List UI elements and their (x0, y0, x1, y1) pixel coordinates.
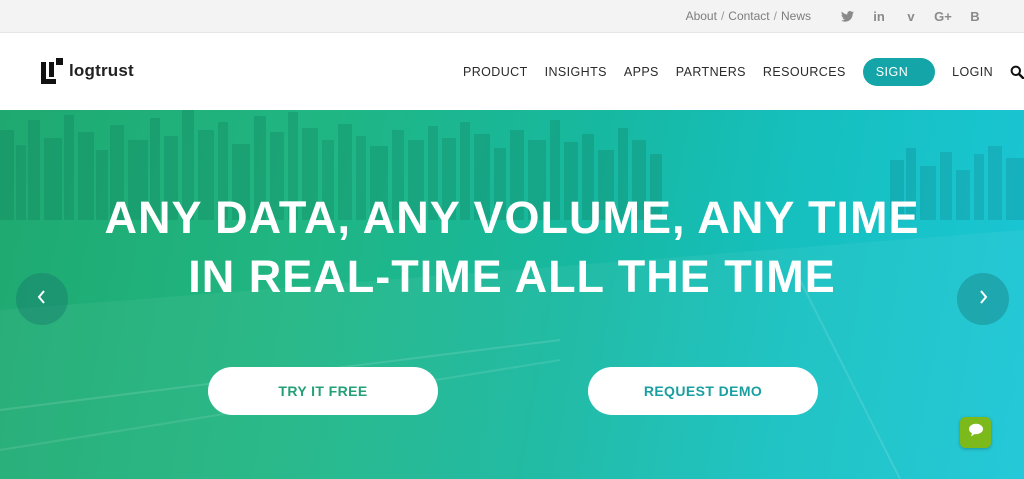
try-it-free-button[interactable]: TRY IT FREE (208, 367, 438, 415)
nav-item-insights[interactable]: INSIGHTS (545, 65, 607, 79)
vimeo-icon[interactable]: v (902, 7, 920, 25)
twitter-icon[interactable] (838, 7, 856, 25)
about-link[interactable]: About (686, 9, 717, 23)
headline-line-1: ANY DATA, ANY VOLUME, ANY TIME (104, 192, 920, 243)
nav-item-apps[interactable]: APPS (624, 65, 659, 79)
logo-mark-icon (41, 58, 63, 84)
logo[interactable]: logtrust (41, 58, 134, 84)
hero-headline: ANY DATA, ANY VOLUME, ANY TIME IN REAL-T… (0, 188, 1024, 306)
chat-widget-button[interactable] (960, 417, 991, 448)
search-icon[interactable] (1010, 65, 1024, 79)
blog-icon[interactable]: B (966, 7, 984, 25)
link-separator: / (720, 9, 725, 23)
carousel-prev-button[interactable] (16, 273, 68, 325)
social-links: in v G+ B (838, 7, 984, 25)
contact-link[interactable]: Contact (728, 9, 769, 23)
news-link[interactable]: News (781, 9, 811, 23)
nav-item-resources[interactable]: RESOURCES (763, 65, 846, 79)
login-link[interactable]: LOGIN (952, 65, 993, 79)
logo-text: logtrust (69, 61, 134, 80)
top-utility-bar: About / Contact / News in v G+ B (0, 0, 1024, 33)
chat-bubble-icon (968, 423, 984, 442)
carousel-next-button[interactable] (957, 273, 1009, 325)
chevron-left-icon (36, 289, 48, 310)
link-separator: / (773, 9, 777, 23)
headline-line-2: IN REAL-TIME ALL THE TIME (188, 251, 836, 302)
hero-banner: ANY DATA, ANY VOLUME, ANY TIME IN REAL-T… (0, 110, 1024, 479)
nav-item-partners[interactable]: PARTNERS (676, 65, 746, 79)
main-header: logtrust PRODUCT INSIGHTS APPS PARTNERS … (0, 33, 1024, 110)
main-nav: PRODUCT INSIGHTS APPS PARTNERS RESOURCES… (463, 33, 1024, 110)
linkedin-icon[interactable]: in (870, 7, 888, 25)
nav-item-product[interactable]: PRODUCT (463, 65, 528, 79)
request-demo-button[interactable]: REQUEST DEMO (588, 367, 818, 415)
sign-up-button[interactable]: SIGN UP (862, 57, 936, 107)
chevron-right-icon (977, 289, 989, 310)
utility-links: About / Contact / News (686, 9, 811, 23)
google-plus-icon[interactable]: G+ (934, 7, 952, 25)
